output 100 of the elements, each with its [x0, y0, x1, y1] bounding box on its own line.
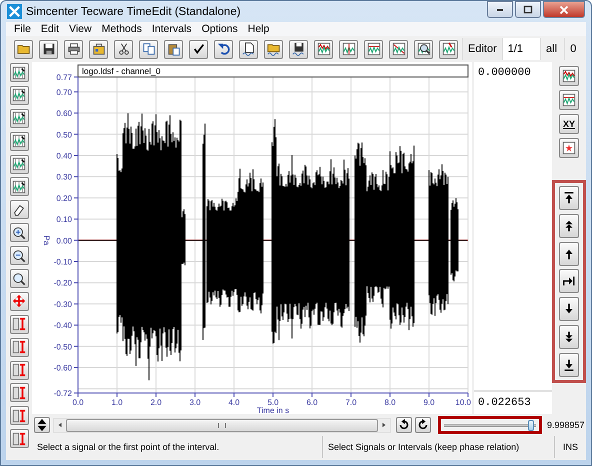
toolbar-button[interactable] — [10, 269, 28, 288]
axis-tick-label: 7.0 — [345, 398, 357, 407]
axis-tick-label: 1.0 — [111, 398, 123, 407]
position-field[interactable]: 1/1 — [502, 38, 540, 60]
navigation-button[interactable] — [559, 269, 579, 294]
toolbar-button[interactable] — [264, 40, 283, 58]
navigation-button[interactable] — [559, 352, 579, 377]
window-title: Simcenter Tecware TimeEdit (Standalone) — [26, 6, 241, 18]
axis-tick-label: 5.0 — [267, 398, 279, 407]
printer-icon — [66, 42, 80, 56]
waveform-icon — [562, 69, 576, 83]
toolbar-button[interactable] — [189, 40, 208, 58]
plot-cursor-icon — [12, 66, 26, 80]
insert-mode-indicator: INS — [554, 436, 586, 458]
axis-tick-label: 0.40 — [56, 151, 72, 160]
up-down-arrows-icon — [35, 418, 49, 432]
navigation-button[interactable] — [559, 242, 579, 266]
toolbar-button[interactable] — [64, 40, 83, 58]
toolbar-button[interactable] — [34, 417, 50, 433]
mode-label: Editor — [462, 38, 502, 60]
axis-tick-label: 0.50 — [56, 130, 72, 140]
open-folder-icon — [16, 42, 30, 56]
scrollbar-thumb[interactable] — [66, 418, 378, 432]
toolbar-button[interactable] — [10, 200, 28, 220]
zoom-out-icon — [12, 248, 26, 263]
toolbar-button[interactable] — [10, 223, 28, 242]
toolbar-button[interactable] — [414, 40, 433, 58]
slider-thumb[interactable] — [528, 420, 534, 430]
axis-tick-label: 9.0 — [423, 398, 435, 407]
axis-tick-label: 0.77 — [56, 73, 72, 82]
waveform-icon — [366, 42, 380, 56]
toolbar-button[interactable] — [114, 40, 133, 58]
navigation-button[interactable] — [559, 297, 579, 322]
toolbar-button[interactable] — [415, 417, 431, 433]
waveform-grid-icon — [562, 93, 576, 107]
scroll-arrow-icon — [381, 422, 387, 428]
toolbar-button[interactable] — [289, 40, 308, 58]
toolbar-button[interactable] — [239, 40, 258, 58]
paste-icon — [166, 42, 180, 56]
axis-tick-label: 0.10 — [56, 215, 72, 224]
axis-tick-label: 2.0 — [150, 398, 162, 407]
menu-item[interactable]: Intervals — [148, 23, 196, 35]
toolbar-button[interactable] — [14, 40, 33, 58]
copy-icon — [142, 42, 156, 56]
slider-track[interactable] — [444, 420, 536, 430]
toolbar-button[interactable] — [10, 246, 28, 266]
app-logo-icon — [7, 4, 22, 19]
toolbar-button[interactable] — [39, 40, 58, 58]
toolbar-button[interactable] — [89, 40, 108, 58]
plot-grid-icon — [12, 111, 26, 126]
toolbar-button[interactable] — [396, 417, 412, 433]
zoom-in-icon — [12, 226, 26, 240]
navigation-button[interactable] — [559, 186, 579, 210]
axis-tick-label: 3.0 — [189, 398, 201, 407]
range-icon — [12, 432, 26, 446]
menu-item[interactable]: Help — [244, 23, 274, 35]
arrow-to-top-icon — [562, 191, 576, 205]
axis-tick-label: 0.00 — [56, 236, 72, 246]
waveform-icon — [342, 42, 356, 56]
readout-value: 0.022653 — [474, 390, 552, 414]
range-icon — [12, 386, 26, 400]
axis-tick-label: 8.0 — [384, 398, 396, 407]
axis-tick-label: 0.0 — [72, 398, 84, 407]
navigation-button[interactable] — [559, 324, 579, 349]
menu-item[interactable]: View — [65, 23, 96, 35]
undo-icon — [216, 42, 230, 56]
range-icon — [12, 317, 26, 332]
minimize-button[interactable] — [487, 1, 513, 18]
magnifier-wave-icon — [416, 42, 430, 56]
axis-tick-label: 6.0 — [306, 398, 318, 407]
axis-tick-label: 4.0 — [228, 398, 240, 407]
rotate-left-icon — [397, 418, 411, 432]
navigation-button[interactable] — [559, 214, 579, 238]
scissors-icon — [116, 42, 130, 56]
range-icon — [12, 340, 26, 354]
checkmark-icon — [192, 42, 206, 56]
maximize-button[interactable] — [515, 1, 541, 18]
eraser-icon — [12, 202, 26, 217]
folder-wave-icon — [266, 42, 280, 56]
menu-item[interactable]: Options — [198, 23, 242, 35]
status-mode: Select Signals or Intervals (keep phase relation) — [322, 436, 554, 458]
toolbox-icon — [92, 42, 106, 56]
axis-tick-label: -0.40 — [54, 321, 72, 330]
scroll-arrow-icon — [57, 422, 63, 428]
xy-button[interactable]: XY — [559, 114, 579, 134]
toolbar-button[interactable] — [214, 40, 233, 58]
horizontal-scrollbar[interactable] — [53, 418, 391, 432]
plot-grid-icon — [12, 180, 26, 194]
axis-tick-label: -0.50 — [54, 342, 72, 352]
axis-tick-label: -0.30 — [54, 300, 72, 309]
close-button[interactable] — [543, 1, 585, 18]
rotate-right-icon — [416, 418, 430, 432]
menu-item[interactable]: Methods — [98, 23, 146, 35]
y-axis-title: Pa — [42, 235, 51, 246]
axis-tick-label: 0.20 — [56, 194, 72, 203]
toolbar-button[interactable] — [164, 40, 183, 58]
readout-value: 0.000000 — [477, 66, 532, 81]
menu-item[interactable]: File — [10, 23, 35, 35]
arrow-to-bottom-icon — [562, 358, 576, 372]
menu-item[interactable]: Edit — [36, 23, 64, 35]
